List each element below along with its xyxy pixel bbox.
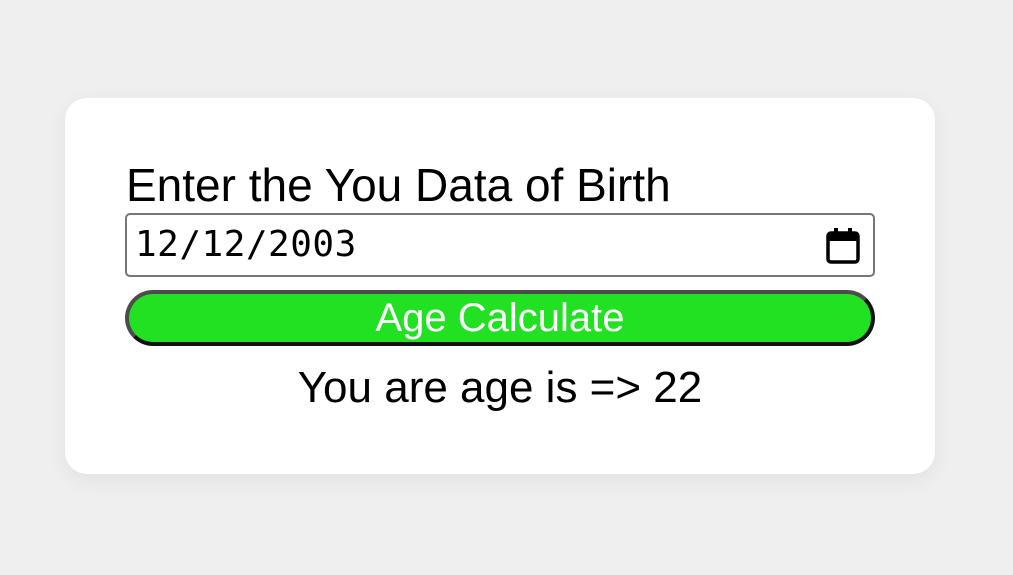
date-of-birth-label: Enter the You Data of Birth [126,159,671,211]
calendar-icon[interactable] [825,227,861,265]
date-of-birth-input[interactable]: 12/12/2003 [125,213,875,277]
age-calculate-button[interactable]: Age Calculate [125,290,875,346]
date-value[interactable]: 12/12/2003 [135,223,357,267]
age-result-text: You are age is => 22 [297,363,703,412]
age-calculator-card: Enter the You Data of Birth 12/12/2003 A… [65,98,935,474]
